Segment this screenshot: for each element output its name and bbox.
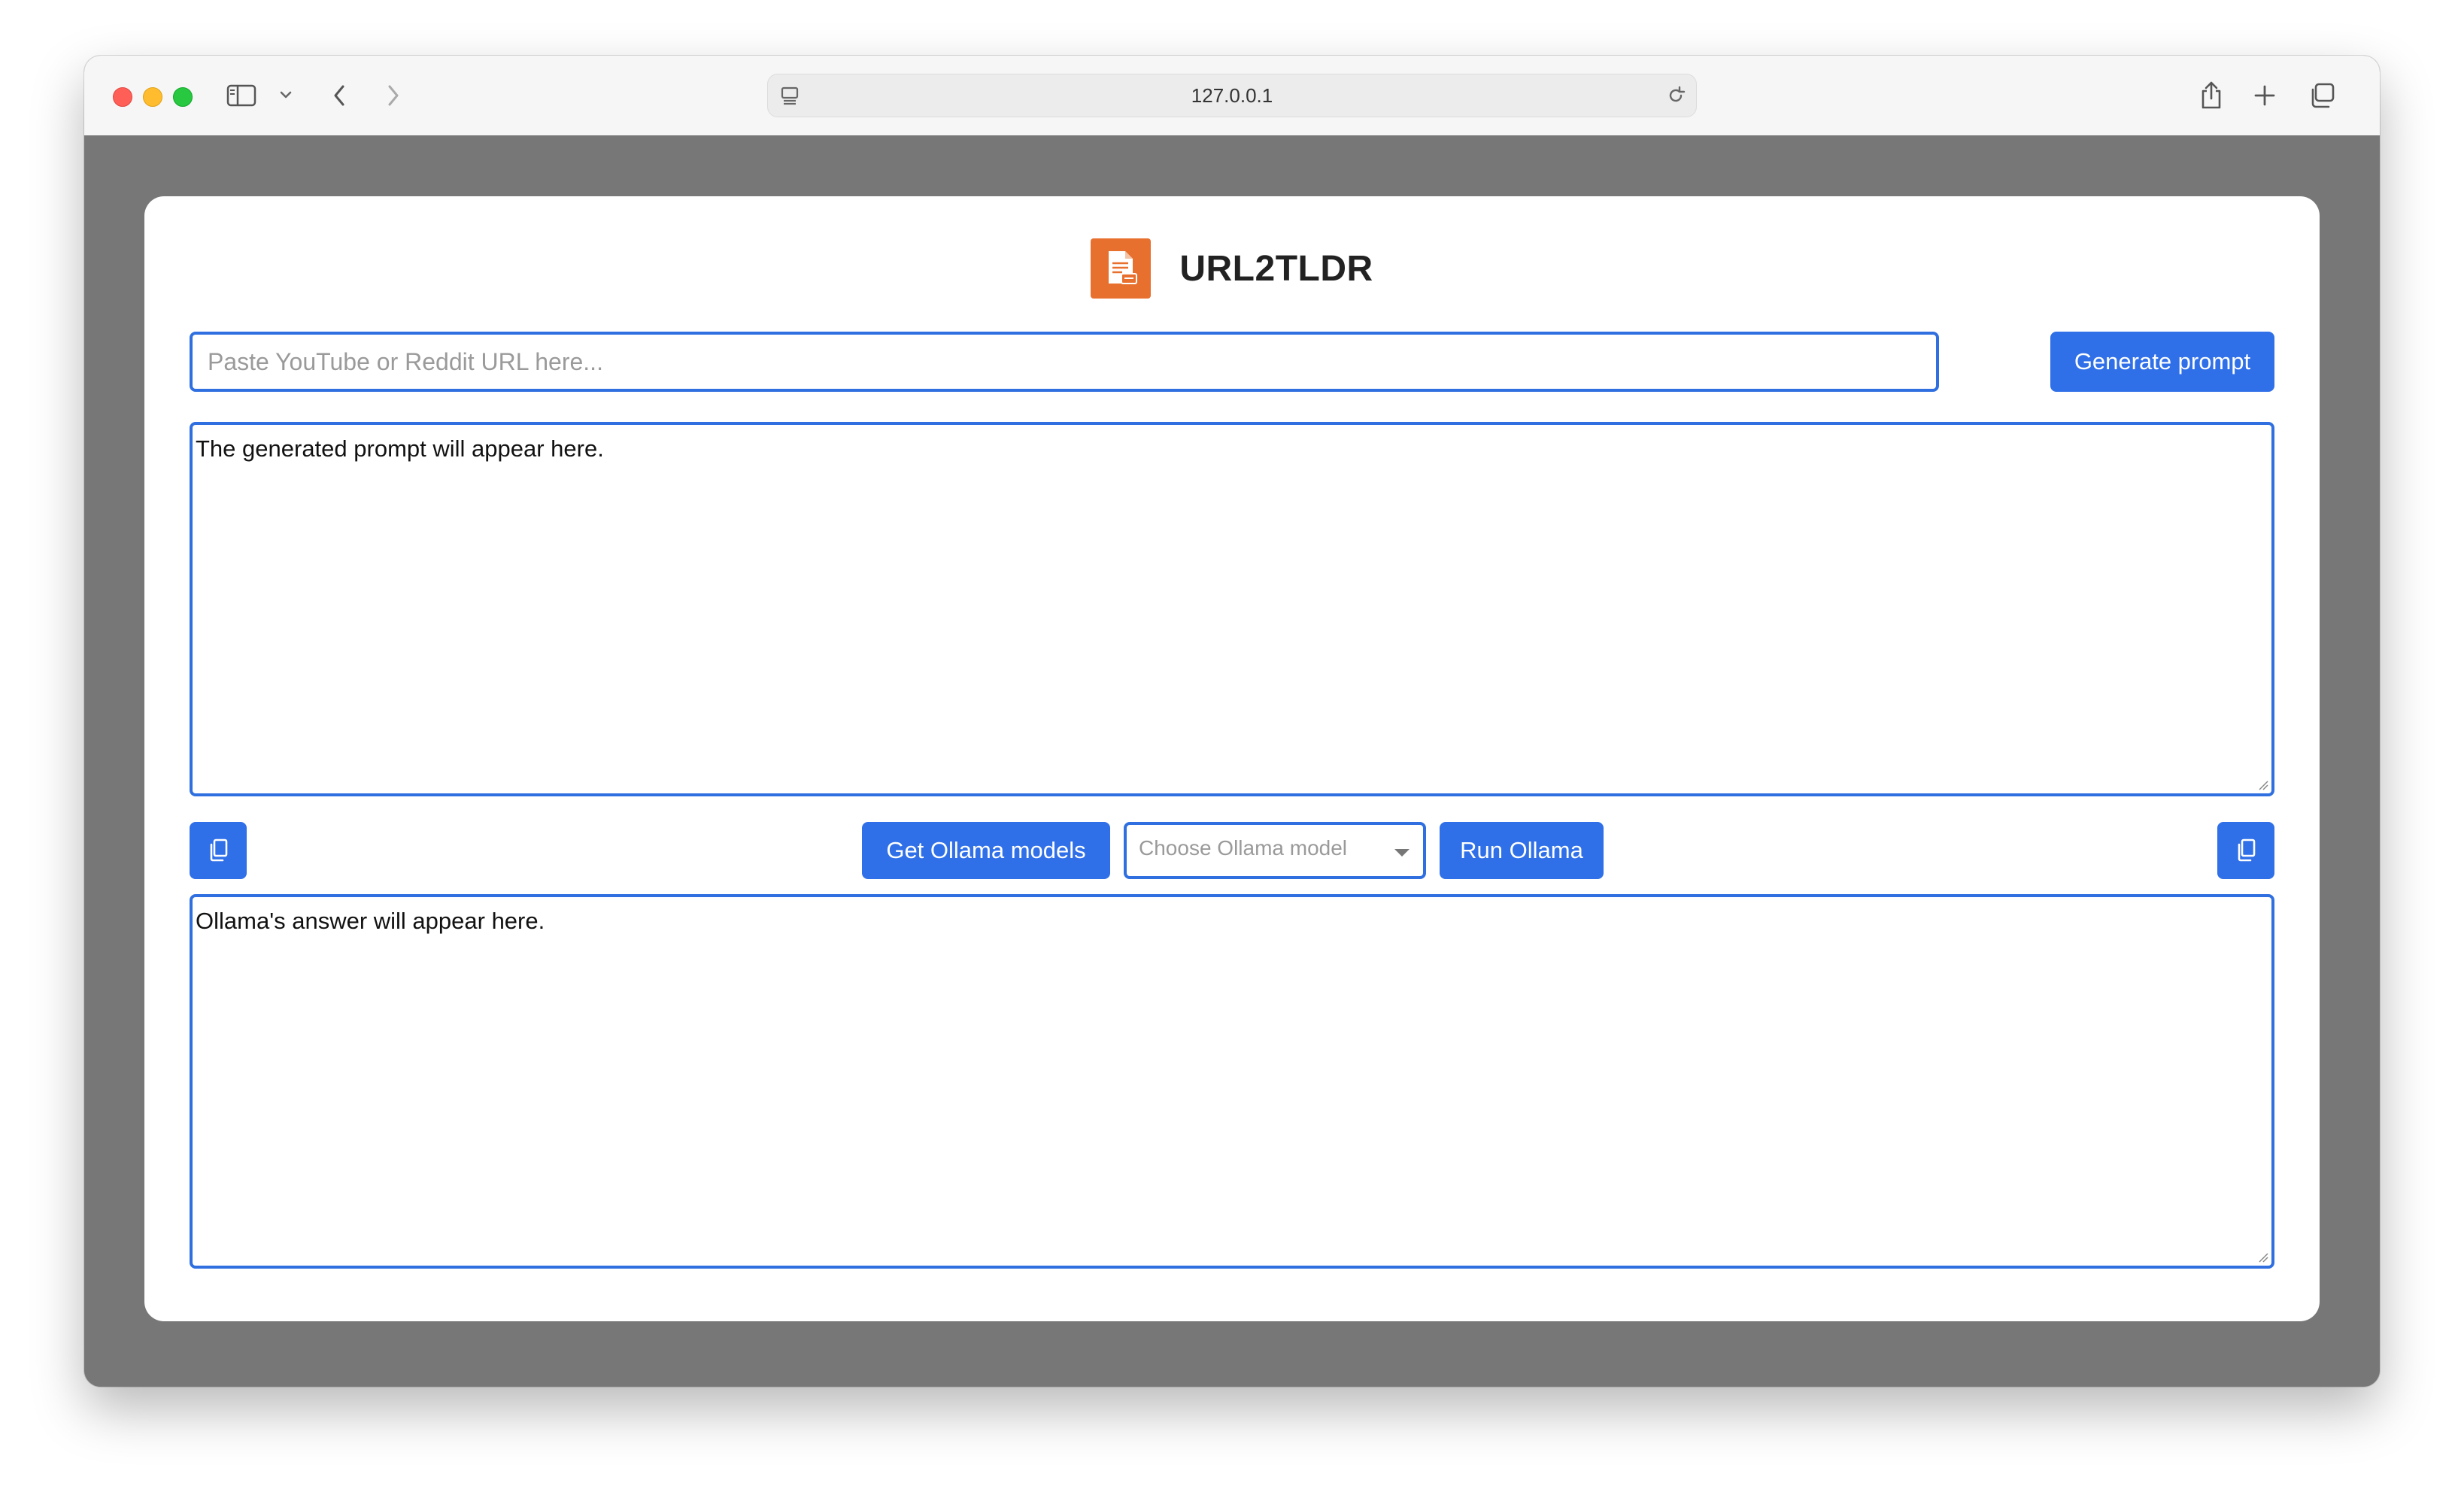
reload-icon[interactable]: [1664, 84, 1687, 107]
run-ollama-label: Run Ollama: [1460, 837, 1583, 863]
url-input[interactable]: [190, 332, 1939, 392]
ollama-model-select[interactable]: Choose Ollama model: [1124, 822, 1426, 879]
copy-icon: [2238, 838, 2256, 862]
zoom-window-button[interactable]: [173, 87, 193, 107]
get-ollama-models-label: Get Ollama models: [886, 837, 1086, 863]
sidebar-icon[interactable]: [226, 83, 257, 108]
app-card: URL2TLDR Generate prompt The generated p…: [144, 196, 2320, 1321]
copy-prompt-button[interactable]: [190, 822, 247, 879]
prompt-textarea[interactable]: The generated prompt will appear here.: [190, 422, 2274, 796]
answer-textarea[interactable]: Ollama's answer will appear here.: [190, 894, 2274, 1269]
address-bar[interactable]: 127.0.0.1: [767, 74, 1697, 117]
app-header: URL2TLDR: [144, 238, 2320, 299]
generate-prompt-label: Generate prompt: [2074, 348, 2251, 374]
run-ollama-button[interactable]: Run Ollama: [1440, 822, 1604, 879]
address-text[interactable]: 127.0.0.1: [768, 74, 1696, 117]
page-viewport: URL2TLDR Generate prompt The generated p…: [84, 135, 2380, 1387]
resize-grip-icon[interactable]: [2256, 778, 2268, 790]
ollama-model-placeholder: Choose Ollama model: [1139, 836, 1348, 860]
copy-icon: [210, 838, 228, 862]
document-icon: [1091, 238, 1152, 299]
chevron-left-icon[interactable]: [326, 83, 352, 108]
copy-answer-button[interactable]: [2217, 822, 2274, 879]
chevron-right-icon[interactable]: [381, 83, 406, 108]
get-ollama-models-button[interactable]: Get Ollama models: [862, 822, 1110, 879]
resize-grip-icon[interactable]: [2256, 1251, 2268, 1263]
plus-icon[interactable]: [2252, 83, 2277, 108]
page-title: URL2TLDR: [1179, 248, 1373, 289]
tab-overview-icon[interactable]: [2308, 81, 2336, 110]
minimize-window-button[interactable]: [143, 87, 162, 107]
browser-toolbar: 127.0.0.1: [84, 56, 2380, 136]
share-icon[interactable]: [2198, 78, 2225, 111]
caret-down-icon: [1394, 849, 1410, 857]
browser-window: 127.0.0.1 URL2TLDR Paste YouTube or Redd…: [84, 56, 2380, 1387]
chevron-down-icon[interactable]: [278, 87, 293, 102]
answer-text: Ollama's answer will appear here.: [196, 908, 545, 934]
generate-prompt-button[interactable]: Generate prompt: [2050, 332, 2274, 392]
close-window-button[interactable]: [113, 87, 132, 107]
prompt-text: The generated prompt will appear here.: [196, 435, 604, 462]
